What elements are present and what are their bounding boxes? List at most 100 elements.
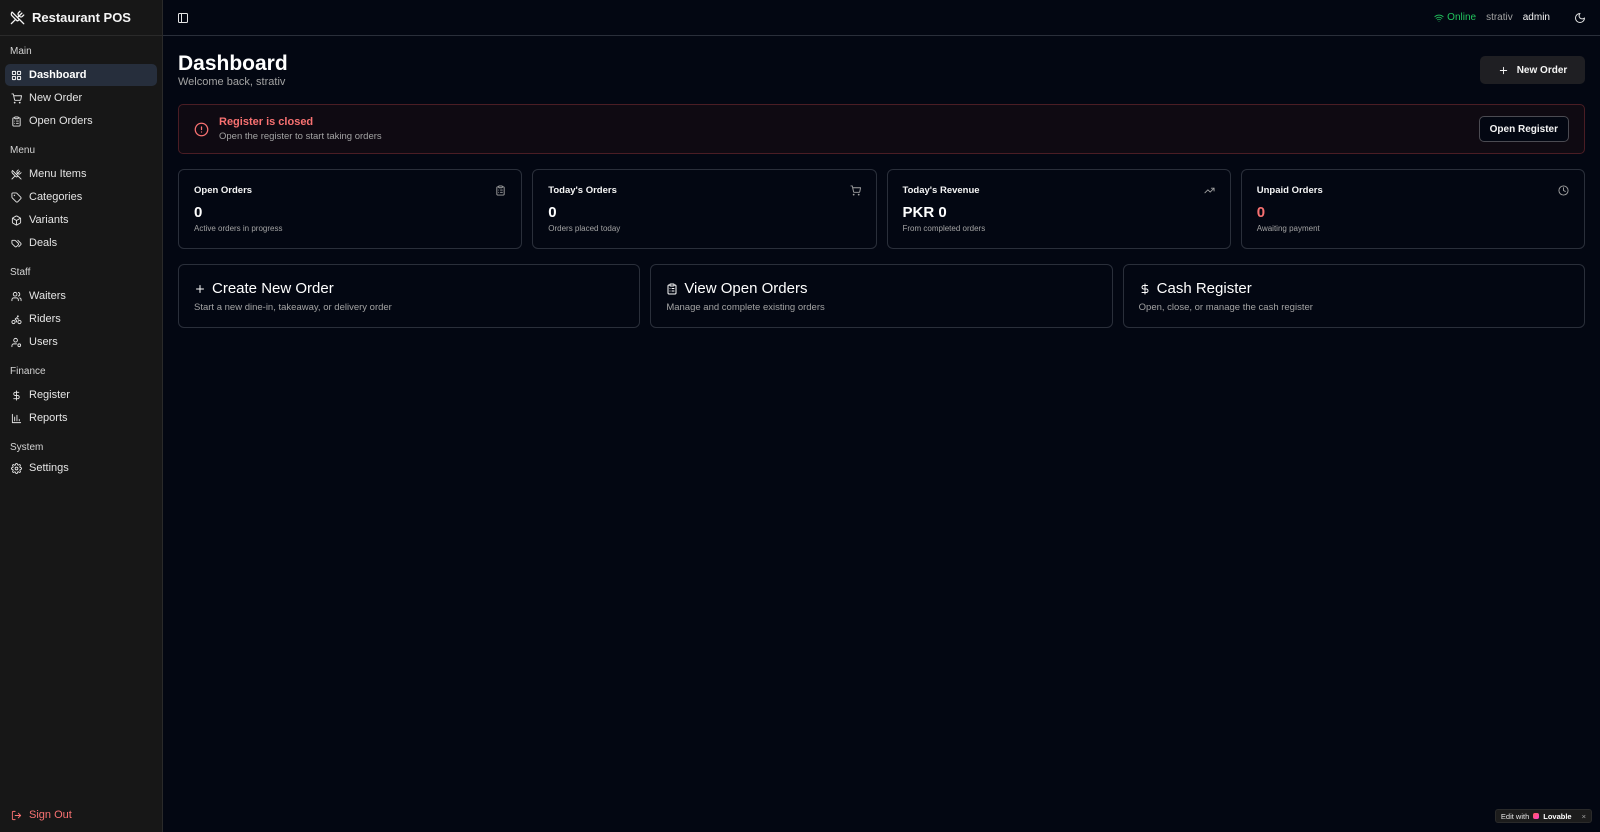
bar-chart-icon xyxy=(11,413,22,424)
utensils-icon xyxy=(11,168,22,180)
sidebar-item-label: Deals xyxy=(29,237,58,249)
badge-close-button[interactable]: × xyxy=(1582,812,1586,821)
page-title: Dashboard xyxy=(178,52,288,75)
action-title: View Open Orders xyxy=(666,280,1096,297)
action-description: Manage and complete existing orders xyxy=(666,302,825,313)
connection-status: Online xyxy=(1434,12,1476,23)
sidebar-item-waiters[interactable]: Waiters xyxy=(5,285,157,307)
app-brand: Restaurant POS xyxy=(0,0,162,36)
dollar-icon xyxy=(11,389,22,401)
nav-group-label: Finance xyxy=(10,366,46,377)
moon-icon xyxy=(1574,12,1586,24)
view-open-orders-card[interactable]: View Open Orders Manage and complete exi… xyxy=(650,264,1113,328)
sidebar-item-dashboard[interactable]: Dashboard xyxy=(5,64,157,86)
app-name: Restaurant POS xyxy=(32,10,131,25)
trending-up-icon xyxy=(1204,185,1215,196)
top-header: Online strativ admin xyxy=(163,0,1600,36)
cash-register-card[interactable]: Cash Register Open, close, or manage the… xyxy=(1122,264,1585,328)
alert-text: Register is closed Open the register to … xyxy=(219,116,382,142)
clipboard-icon xyxy=(666,283,678,295)
clipboard-icon xyxy=(495,185,506,196)
stat-card-open-orders: Open Orders 0 Active orders in progress xyxy=(178,169,523,249)
action-description: Open, close, or manage the cash register xyxy=(1138,302,1313,313)
sidebar-item-new-order[interactable]: New Order xyxy=(5,87,157,109)
sidebar-item-label: Open Orders xyxy=(29,115,93,127)
bike-icon xyxy=(11,314,22,325)
quick-actions: Create New Order Start a new dine-in, ta… xyxy=(178,264,1585,328)
sidebar-item-users[interactable]: Users xyxy=(5,331,157,353)
package-icon xyxy=(11,214,22,226)
gear-icon xyxy=(11,462,22,474)
sidebar-item-reports[interactable]: Reports xyxy=(5,407,157,429)
tag-icon xyxy=(11,191,22,203)
sidebar-item-open-orders[interactable]: Open Orders xyxy=(5,110,157,132)
sidebar-item-riders[interactable]: Riders xyxy=(5,308,157,330)
action-title: Create New Order xyxy=(194,280,624,297)
open-register-button[interactable]: Open Register xyxy=(1478,116,1569,142)
stat-title: Today's Revenue xyxy=(902,185,980,196)
plus-icon xyxy=(194,283,206,295)
users-icon xyxy=(11,291,22,302)
action-title-text: View Open Orders xyxy=(684,280,808,297)
sidebar-item-register[interactable]: Register xyxy=(5,384,157,406)
nav-group-system: System Settings xyxy=(0,441,162,479)
sidebar: Restaurant POS Main Dashboard New Order … xyxy=(0,0,163,832)
alert-description: Open the register to start taking orders xyxy=(219,131,382,142)
stat-description: Orders placed today xyxy=(548,224,621,233)
dollar-icon xyxy=(1139,283,1151,295)
sidebar-item-label: Dashboard xyxy=(29,69,87,81)
header-user-area: Online strativ admin xyxy=(1434,12,1586,24)
sidebar-item-variants[interactable]: Variants xyxy=(5,209,157,231)
stat-description: Awaiting payment xyxy=(1256,224,1320,233)
stat-description: From completed orders xyxy=(902,224,986,233)
stats-row: Open Orders 0 Active orders in progress … xyxy=(178,169,1585,249)
badge-brand: Lovable xyxy=(1543,811,1572,821)
nav-group-label: System xyxy=(10,442,44,453)
main-content: Dashboard Welcome back, strativ New Orde… xyxy=(178,36,1585,328)
nav-group-menu: Menu Menu Items Categories Variants Deal… xyxy=(0,144,162,254)
stat-title: Today's Orders xyxy=(548,185,617,196)
tags-icon xyxy=(11,238,22,249)
status-text: Online xyxy=(1447,12,1477,23)
action-description: Start a new dine-in, takeaway, or delive… xyxy=(194,302,392,313)
theme-toggle-button[interactable] xyxy=(1574,12,1586,24)
plus-icon xyxy=(1498,65,1509,76)
badge-prefix: Edit with xyxy=(1500,811,1530,821)
nav-group-finance: Finance Register Reports xyxy=(0,365,162,429)
sidebar-item-categories[interactable]: Categories xyxy=(5,186,157,208)
new-order-button[interactable]: New Order xyxy=(1480,56,1585,84)
page-subtitle: Welcome back, strativ xyxy=(178,76,286,88)
sidebar-item-settings[interactable]: Settings xyxy=(5,457,157,479)
sidebar-toggle-button[interactable] xyxy=(177,12,189,24)
sidebar-item-label: Reports xyxy=(29,412,68,424)
stat-value: 0 xyxy=(194,204,203,221)
stat-card-unpaid-orders: Unpaid Orders 0 Awaiting payment xyxy=(1240,169,1585,249)
user-cog-icon xyxy=(11,337,22,348)
layout-grid-icon xyxy=(11,70,22,81)
sidebar-item-label: New Order xyxy=(29,92,83,104)
sidebar-item-deals[interactable]: Deals xyxy=(5,232,157,254)
clipboard-icon xyxy=(11,115,22,127)
sign-out-button[interactable]: Sign Out xyxy=(5,804,72,826)
stat-card-todays-orders: Today's Orders 0 Orders placed today xyxy=(532,169,877,249)
nav-group-label: Main xyxy=(10,46,32,57)
register-closed-alert: Register is closed Open the register to … xyxy=(178,104,1585,154)
panel-left-icon xyxy=(177,12,189,24)
stat-title: Unpaid Orders xyxy=(1256,185,1323,196)
sidebar-item-label: Variants xyxy=(29,214,69,226)
utensils-crossed-icon xyxy=(10,10,25,25)
sidebar-item-label: Riders xyxy=(29,313,61,325)
sidebar-item-label: Waiters xyxy=(29,290,66,302)
sidebar-item-label: Settings xyxy=(29,462,69,474)
edit-with-lovable-badge[interactable]: Edit with Lovable × xyxy=(1494,809,1592,823)
sidebar-item-menu-items[interactable]: Menu Items xyxy=(5,163,157,185)
page-header: Dashboard Welcome back, strativ New Orde… xyxy=(178,36,1585,104)
alert-title: Register is closed xyxy=(219,116,314,128)
create-new-order-card[interactable]: Create New Order Start a new dine-in, ta… xyxy=(178,264,641,328)
sign-out-label: Sign Out xyxy=(29,809,72,821)
sidebar-item-label: Users xyxy=(29,336,58,348)
stat-description: Active orders in progress xyxy=(194,224,283,233)
cart-icon xyxy=(849,185,861,196)
stat-value: PKR 0 xyxy=(902,204,947,221)
stat-title: Open Orders xyxy=(194,185,253,196)
